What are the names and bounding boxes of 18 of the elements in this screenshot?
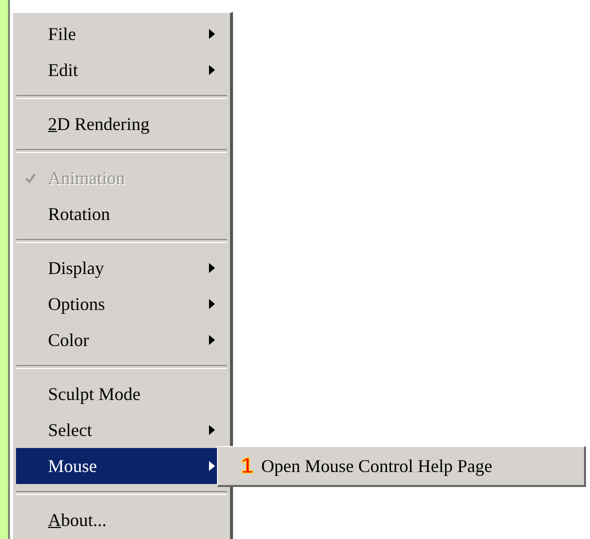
menu-item[interactable]: Sculpt Mode (16, 376, 227, 412)
submenu-arrow-icon (209, 461, 215, 471)
submenu-arrow-icon (209, 263, 215, 273)
menu-item[interactable]: Edit (16, 52, 227, 88)
menu-item[interactable]: Color (16, 322, 227, 358)
submenu-arrow-icon (209, 29, 215, 39)
submenu-arrow-icon (209, 335, 215, 345)
menu-item[interactable]: About... (16, 502, 227, 538)
menu-item[interactable]: Rotation (16, 196, 227, 232)
submenu-arrow-icon (209, 299, 215, 309)
menu-item[interactable]: File (16, 16, 227, 52)
menu-item[interactable]: 2D Rendering (16, 106, 227, 142)
menu-item[interactable]: Select (16, 412, 227, 448)
submenu-arrow-icon (209, 425, 215, 435)
menu-item[interactable]: Options (16, 286, 227, 322)
submenu-arrow-icon (209, 65, 215, 75)
menu-item[interactable]: Display (16, 250, 227, 286)
checkmark-icon (25, 173, 36, 184)
